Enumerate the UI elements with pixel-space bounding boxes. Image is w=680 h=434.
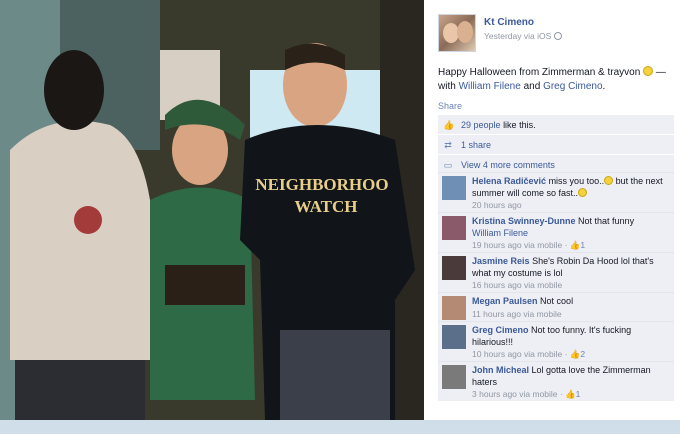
comment-avatar[interactable]	[442, 256, 466, 280]
post-meta: Yesterday via iOS	[484, 31, 563, 41]
post-message: Happy Halloween from Zimmerman & trayvon	[438, 67, 641, 78]
comment-meta[interactable]: 11 hours ago via mobile	[472, 309, 573, 321]
smiley-icon	[604, 176, 614, 185]
shares-row[interactable]: ⇄ 1 share	[438, 135, 674, 154]
comment-meta: 10 hours ago via mobile · 👍2	[472, 349, 670, 361]
share-icon: ⇄	[444, 139, 452, 150]
author-avatar[interactable]	[438, 14, 476, 52]
thumbs-up-icon: 👍	[569, 240, 581, 250]
comment-item: Megan Paulsen Not cool 11 hours ago via …	[438, 292, 674, 321]
comment-author[interactable]: Helena Radičević	[472, 176, 546, 186]
comment-author[interactable]: Greg Cimeno	[472, 325, 529, 335]
bottom-strip	[0, 420, 680, 434]
likes-suffix: like this.	[503, 119, 536, 130]
comment-item: John Micheal Lol gotta love the Zimmerma…	[438, 361, 674, 401]
thumbs-up-icon: 👍	[443, 119, 455, 130]
post-end: .	[602, 81, 606, 92]
thumbs-up-icon: 👍	[569, 349, 581, 359]
tagged-user-1[interactable]: William Filene	[459, 81, 521, 92]
smiley-icon	[578, 187, 588, 197]
likes-count[interactable]: 29 people	[461, 120, 501, 130]
comment-timestamp[interactable]: 10 hours ago via mobile ·	[472, 349, 570, 359]
comment-author[interactable]: Kristina Swinney-Dunne	[472, 216, 576, 226]
comment-text: Not cool	[540, 296, 574, 306]
comment-meta: 19 hours ago via mobile · 👍1	[472, 240, 634, 252]
comment-text: miss you too..	[548, 176, 605, 186]
comment-avatar[interactable]	[442, 365, 466, 389]
comment-avatar[interactable]	[442, 176, 466, 200]
comment-item: Helena Radičević miss you too.. but the …	[438, 172, 674, 212]
comment-timestamp[interactable]: 19 hours ago via mobile ·	[472, 240, 570, 250]
comment-author[interactable]: Megan Paulsen	[472, 296, 538, 306]
share-link[interactable]: Share	[438, 101, 462, 111]
post-header: Kt Cimeno Yesterday via iOS	[438, 14, 563, 52]
likes-row[interactable]: 👍 29 people like this.	[438, 115, 674, 134]
comment-meta[interactable]: 20 hours ago	[472, 200, 670, 212]
thumbs-up-icon: 👍	[565, 389, 576, 399]
view-more-comments[interactable]: View 4 more comments	[461, 160, 555, 170]
comment-author[interactable]: Jasmine Reis	[472, 256, 530, 266]
comment-avatar[interactable]	[442, 216, 466, 240]
comment-list: Helena Radičević miss you too.. but the …	[438, 172, 674, 401]
comment-likes[interactable]: 2	[580, 349, 585, 359]
shirt-text-line2: WATCH	[295, 197, 358, 216]
comment-avatar[interactable]	[442, 296, 466, 320]
globe-icon	[554, 32, 563, 40]
comment-likes[interactable]: 1	[576, 389, 581, 399]
shirt-text-line1: NEIGHBORHOO	[255, 175, 388, 194]
post-panel: Kt Cimeno Yesterday via iOS Happy Hallow…	[424, 0, 680, 420]
comment-avatar[interactable]	[442, 325, 466, 349]
comment-meta: 3 hours ago via mobile · 👍1	[472, 389, 670, 401]
tagged-user-2[interactable]: Greg Cimeno	[543, 81, 602, 92]
shares-count[interactable]: 1 share	[461, 140, 491, 150]
post-timestamp[interactable]: Yesterday via iOS	[484, 31, 551, 41]
comment-icon: ▭	[443, 159, 453, 170]
author-name[interactable]: Kt Cimeno	[484, 17, 562, 28]
comment-item: Jasmine Reis She's Robin Da Hood lol tha…	[438, 252, 674, 292]
photo-illustration: NEIGHBORHOO WATCH	[0, 0, 424, 420]
comment-item: Greg Cimeno Not too funny. It's fucking …	[438, 321, 674, 361]
feedback-bar: 👍 29 people like this. ⇄ 1 share ▭ View …	[438, 115, 674, 175]
comment-author[interactable]: John Micheal	[472, 365, 529, 375]
comment-item: Kristina Swinney-Dunne Not that funny Wi…	[438, 212, 674, 252]
post-photo[interactable]: NEIGHBORHOO WATCH	[0, 0, 424, 420]
comment-meta[interactable]: 16 hours ago via mobile	[472, 280, 670, 292]
post-and: and	[523, 81, 541, 92]
smiley-icon	[643, 66, 654, 76]
post-text: Happy Halloween from Zimmerman & trayvon…	[438, 66, 674, 94]
comment-text: Not that funny	[578, 216, 635, 226]
comment-mention[interactable]: William Filene	[472, 228, 528, 238]
comment-likes[interactable]: 1	[580, 240, 585, 250]
comment-timestamp[interactable]: 3 hours ago via mobile ·	[472, 389, 565, 399]
